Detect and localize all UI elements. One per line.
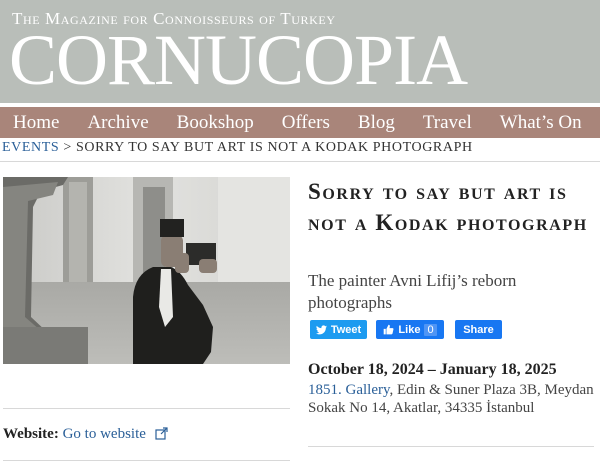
breadcrumb-events-link[interactable]: EVENTS: [2, 140, 59, 155]
facebook-like-button[interactable]: Like 0: [376, 320, 444, 339]
site-logo[interactable]: CORNUCOPIA: [9, 24, 468, 96]
article-subtitle: The painter Avni Lifij’s reborn photogra…: [308, 271, 517, 312]
tweet-label: Tweet: [330, 323, 362, 336]
masthead: The Magazine for Connoisseurs of Turkey …: [0, 0, 600, 103]
event-dates: October 18, 2024 – January 18, 2025: [308, 361, 557, 378]
external-link-icon[interactable]: [155, 427, 168, 445]
event-photo-image: [3, 177, 290, 364]
twitter-icon: [315, 324, 327, 334]
go-to-website-link[interactable]: Go to website: [63, 426, 146, 442]
facebook-share-button[interactable]: Share: [455, 320, 502, 339]
breadcrumb-separator: >: [63, 140, 72, 155]
breadcrumb-current: SORRY TO SAY BUT ART IS NOT A KODAK PHOT…: [75, 140, 473, 155]
divider: [0, 161, 600, 162]
like-label: Like: [398, 323, 421, 336]
main-nav: Home Archive Bookshop Offers Blog Travel…: [0, 107, 600, 138]
nav-item-bookshop[interactable]: Bookshop: [177, 112, 254, 134]
article-title: Sorry to say but art is not a Kodak phot…: [308, 179, 588, 235]
event-photo: [3, 177, 290, 364]
nav-item-whats-on[interactable]: What’s On: [500, 112, 582, 134]
breadcrumb: EVENTS > SORRY TO SAY BUT ART IS NOT A K…: [2, 140, 473, 156]
nav-item-offers[interactable]: Offers: [282, 112, 330, 134]
tweet-button[interactable]: Tweet: [310, 320, 367, 339]
nav-item-archive[interactable]: Archive: [87, 112, 148, 134]
nav-item-travel[interactable]: Travel: [423, 112, 472, 134]
event-address: 1851. Gallery, Edin & Suner Plaza 3B, Me…: [308, 381, 598, 417]
like-count: 0: [424, 323, 437, 336]
divider: [308, 446, 594, 447]
divider: [3, 408, 290, 409]
nav-item-home[interactable]: Home: [13, 112, 59, 134]
gallery-link[interactable]: 1851. Gallery: [308, 382, 390, 398]
share-label: Share: [463, 323, 494, 336]
divider: [3, 460, 290, 461]
thumbs-up-icon: [384, 324, 394, 335]
website-label: Website:: [3, 426, 59, 442]
website-row: Website: Go to website: [3, 426, 168, 445]
nav-item-blog[interactable]: Blog: [358, 112, 395, 134]
